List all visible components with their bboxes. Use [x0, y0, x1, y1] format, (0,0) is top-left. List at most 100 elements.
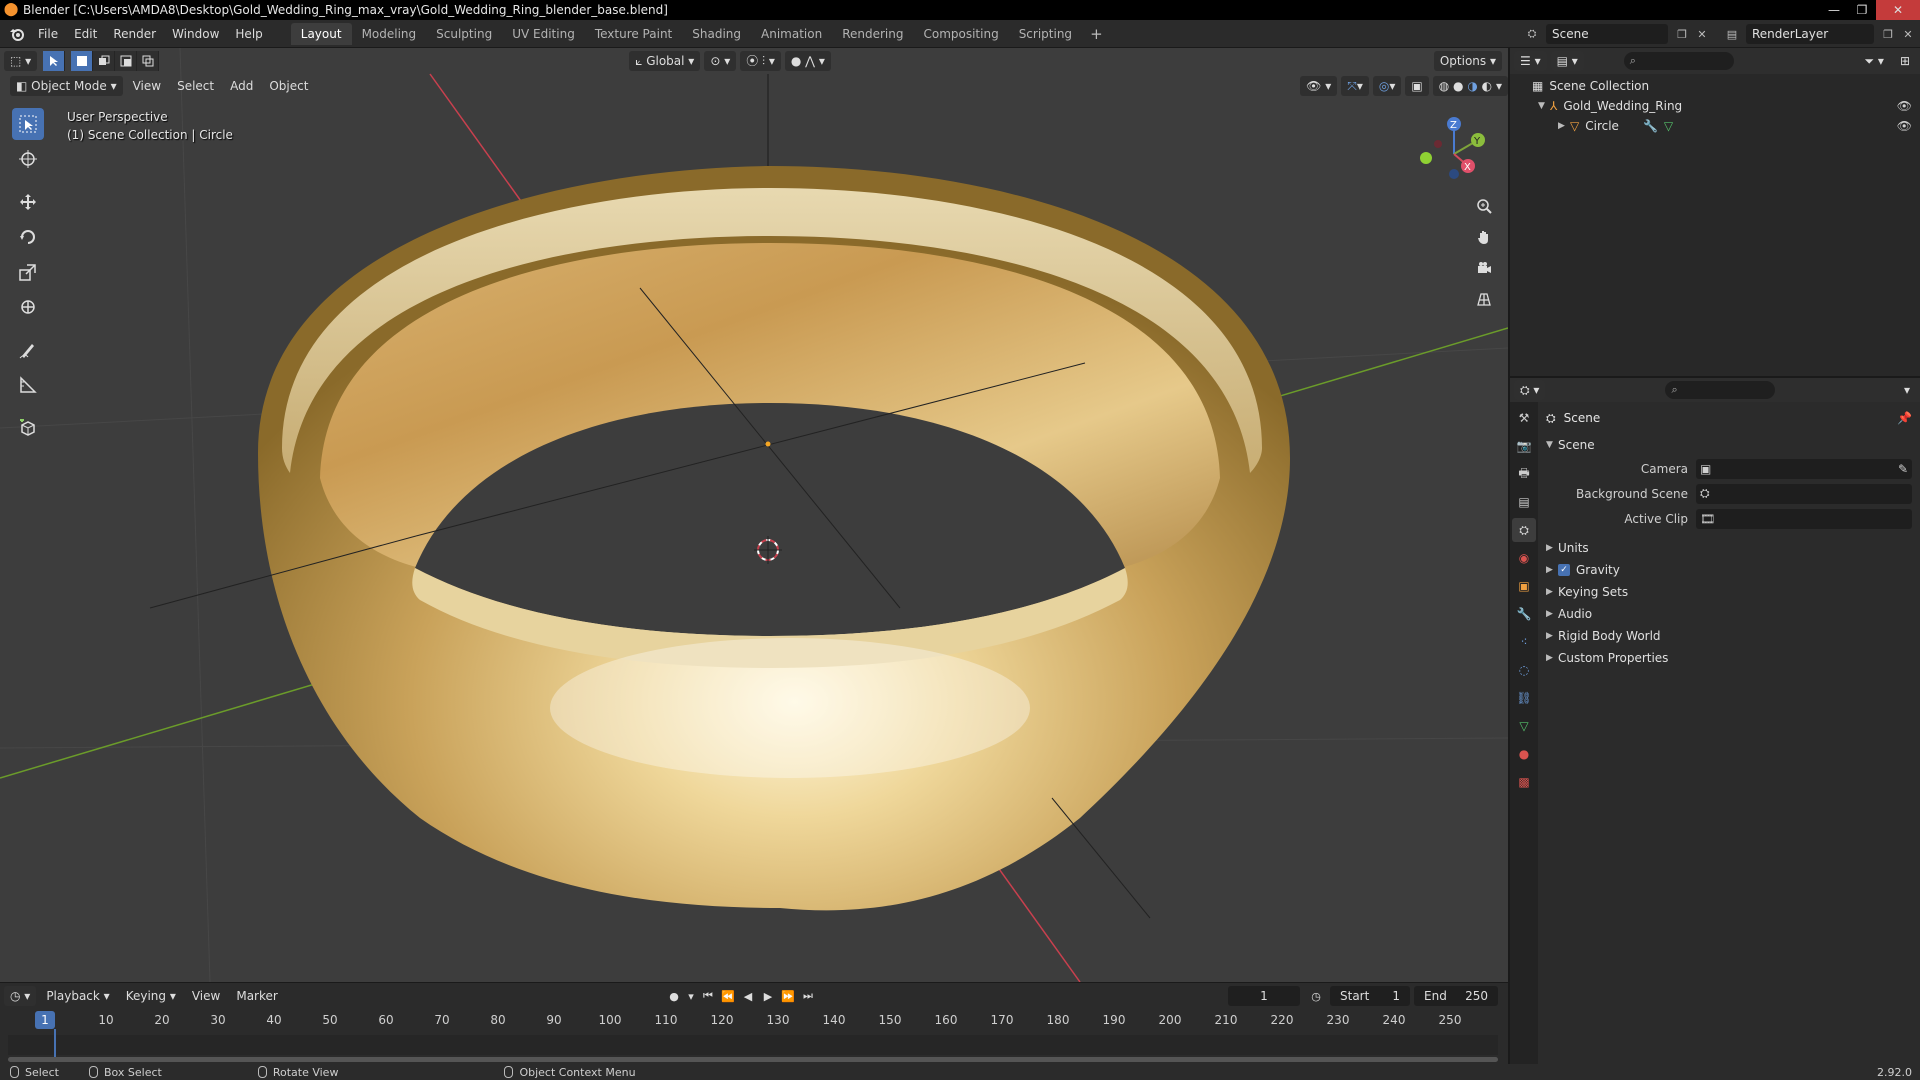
- perspective-grid-icon[interactable]: [1470, 285, 1498, 313]
- object-mode-dropdown[interactable]: ◧ Object Mode ▾: [10, 76, 123, 96]
- annotate-tool-icon[interactable]: [12, 334, 44, 366]
- next-keyframe-icon[interactable]: ⏩: [778, 986, 798, 1006]
- constraints-tab-icon[interactable]: ⛓: [1512, 686, 1536, 710]
- timeline-editor-type-button[interactable]: ◷ ▾: [4, 986, 37, 1006]
- shading-mode-group[interactable]: ◍ ● ◑ ◐ ▾: [1432, 76, 1508, 96]
- prev-keyframe-icon[interactable]: ⏪: [718, 986, 738, 1006]
- scene-icon[interactable]: ⛭: [1522, 24, 1542, 44]
- select-box-tool-icon[interactable]: [12, 108, 44, 140]
- select-subtract-icon[interactable]: [115, 51, 138, 71]
- select-intersect-icon[interactable]: [137, 51, 160, 71]
- pin-icon[interactable]: 📌: [1897, 411, 1912, 425]
- editor-type-button[interactable]: ⬚ ▾: [4, 51, 38, 71]
- tab-scripting[interactable]: Scripting: [1009, 23, 1082, 45]
- current-frame-field[interactable]: 1: [1228, 986, 1300, 1006]
- visibility-eye-icon[interactable]: 👁: [1897, 99, 1912, 113]
- menu-object[interactable]: Object: [263, 76, 314, 96]
- tab-texture-paint[interactable]: Texture Paint: [585, 23, 682, 45]
- menu-select[interactable]: Select: [171, 76, 220, 96]
- expand-arrow-icon[interactable]: ▶: [1558, 121, 1570, 131]
- timeline-editor[interactable]: ◷ ▾ Playback ▾ Keying ▾ View Marker ● ▾ …: [0, 982, 1508, 1064]
- end-frame-field[interactable]: End 250: [1414, 986, 1498, 1006]
- timeline-menu-view[interactable]: View: [186, 986, 226, 1006]
- camera-view-icon[interactable]: [1470, 254, 1498, 282]
- eyedropper-icon[interactable]: ✎: [1898, 462, 1908, 476]
- outliner-editor-type-button[interactable]: ☰ ▾: [1514, 51, 1547, 71]
- scene-name-field[interactable]: Scene: [1546, 24, 1668, 44]
- tab-rendering[interactable]: Rendering: [832, 23, 913, 45]
- view-layer-tab-icon[interactable]: ▤: [1512, 490, 1536, 514]
- timeline-ruler[interactable]: 1 10 20 30 40 50 60 70 80 90 100 110 120…: [0, 1011, 1508, 1031]
- modifier-wrench-icon[interactable]: 🔧: [1643, 119, 1658, 133]
- visibility-dropdown[interactable]: 👁 ▾: [1300, 76, 1338, 96]
- panel-gravity[interactable]: ▶ ✓ Gravity: [1540, 559, 1920, 581]
- transform-orientation-dropdown[interactable]: ⟀ Global ▾: [629, 51, 701, 71]
- particles-tab-icon[interactable]: ⁖: [1512, 630, 1536, 654]
- view-layer-icon[interactable]: ▤: [1722, 24, 1742, 44]
- delete-view-layer-icon[interactable]: ✕: [1898, 24, 1918, 44]
- timeline-menu-playback[interactable]: Playback ▾: [40, 986, 115, 1006]
- properties-options-dropdown[interactable]: ▾: [1898, 380, 1916, 400]
- scene-tab-icon[interactable]: ⛭: [1512, 518, 1536, 542]
- pan-hand-icon[interactable]: [1470, 223, 1498, 251]
- menu-help[interactable]: Help: [227, 23, 270, 45]
- close-button[interactable]: ✕: [1876, 0, 1920, 20]
- current-frame-indicator[interactable]: 1: [35, 1011, 55, 1029]
- panel-units[interactable]: ▶ Units: [1540, 537, 1920, 559]
- rendered-shading-icon[interactable]: ◐: [1482, 76, 1492, 96]
- panel-scene-header[interactable]: ▼ Scene: [1540, 434, 1920, 456]
- menu-view[interactable]: View: [127, 76, 167, 96]
- select-new-icon[interactable]: [71, 51, 94, 71]
- outliner-row-circle[interactable]: ▶ ▽ Circle 🔧 ▽ 👁: [1510, 116, 1920, 136]
- panel-rigid-body-world[interactable]: ▶ Rigid Body World: [1540, 625, 1920, 647]
- menu-window[interactable]: Window: [164, 23, 227, 45]
- transform-tool-icon[interactable]: [12, 291, 44, 323]
- tab-uv-editing[interactable]: UV Editing: [502, 23, 585, 45]
- menu-edit[interactable]: Edit: [66, 23, 105, 45]
- timeline-scrollbar[interactable]: [8, 1057, 1498, 1062]
- modifier-tab-icon[interactable]: 🔧: [1512, 602, 1536, 626]
- texture-tab-icon[interactable]: ▩: [1512, 770, 1536, 794]
- tab-modeling[interactable]: Modeling: [352, 23, 427, 45]
- object-tab-icon[interactable]: ▣: [1512, 574, 1536, 598]
- view-layer-name-field[interactable]: RenderLayer: [1746, 24, 1874, 44]
- render-tab-icon[interactable]: 📷: [1512, 434, 1536, 458]
- wireframe-shading-icon[interactable]: ◍: [1439, 76, 1449, 96]
- mesh-data-icon[interactable]: ▽: [1664, 119, 1673, 133]
- play-icon[interactable]: ▶: [758, 986, 778, 1006]
- record-icon[interactable]: ●: [664, 986, 684, 1006]
- active-clip-field[interactable]: 🎞: [1696, 508, 1912, 529]
- navigation-gizmo[interactable]: Z Y X: [1418, 114, 1508, 194]
- cursor-tool-icon[interactable]: [12, 143, 44, 175]
- add-cube-tool-icon[interactable]: [12, 412, 44, 444]
- add-workspace-button[interactable]: +: [1082, 23, 1111, 45]
- gizmo-toggle[interactable]: ⤧ ▾: [1341, 76, 1369, 96]
- timeline-menu-keying[interactable]: Keying ▾: [120, 986, 182, 1006]
- panel-audio[interactable]: ▶ Audio: [1540, 603, 1920, 625]
- select-cursor-icon[interactable]: [43, 51, 66, 71]
- start-frame-field[interactable]: Start 1: [1330, 986, 1410, 1006]
- output-tab-icon[interactable]: 🖶: [1512, 462, 1536, 486]
- proportional-edit-toggle[interactable]: ● ⋀ ▾: [784, 51, 831, 71]
- object-data-tab-icon[interactable]: ▽: [1512, 714, 1536, 738]
- panel-keying-sets[interactable]: ▶ Keying Sets: [1540, 581, 1920, 603]
- world-tab-icon[interactable]: ◉: [1512, 546, 1536, 570]
- jump-start-icon[interactable]: ⏮: [698, 986, 718, 1006]
- snap-toggle[interactable]: ⦿ ⫶ ▾: [740, 51, 781, 71]
- visibility-eye-icon[interactable]: 👁: [1897, 119, 1912, 133]
- tab-sculpting[interactable]: Sculpting: [426, 23, 502, 45]
- expand-arrow-icon[interactable]: ▼: [1538, 101, 1550, 111]
- new-scene-icon[interactable]: ❐: [1672, 24, 1692, 44]
- solid-shading-icon[interactable]: ●: [1453, 76, 1463, 96]
- options-dropdown[interactable]: Options ▾: [1433, 51, 1502, 71]
- move-tool-icon[interactable]: [12, 186, 44, 218]
- properties-editor-type-button[interactable]: ⛭ ▾: [1514, 380, 1546, 400]
- playhead[interactable]: [54, 1029, 56, 1059]
- pivot-point-dropdown[interactable]: ⊙ ▾: [704, 51, 737, 71]
- gravity-checkbox[interactable]: ✓: [1558, 564, 1570, 576]
- tab-layout[interactable]: Layout: [290, 22, 352, 45]
- preview-range-clock-icon[interactable]: ◷: [1306, 986, 1326, 1006]
- tab-shading[interactable]: Shading: [682, 23, 751, 45]
- minimize-button[interactable]: —: [1820, 0, 1848, 20]
- menu-file[interactable]: File: [30, 23, 66, 45]
